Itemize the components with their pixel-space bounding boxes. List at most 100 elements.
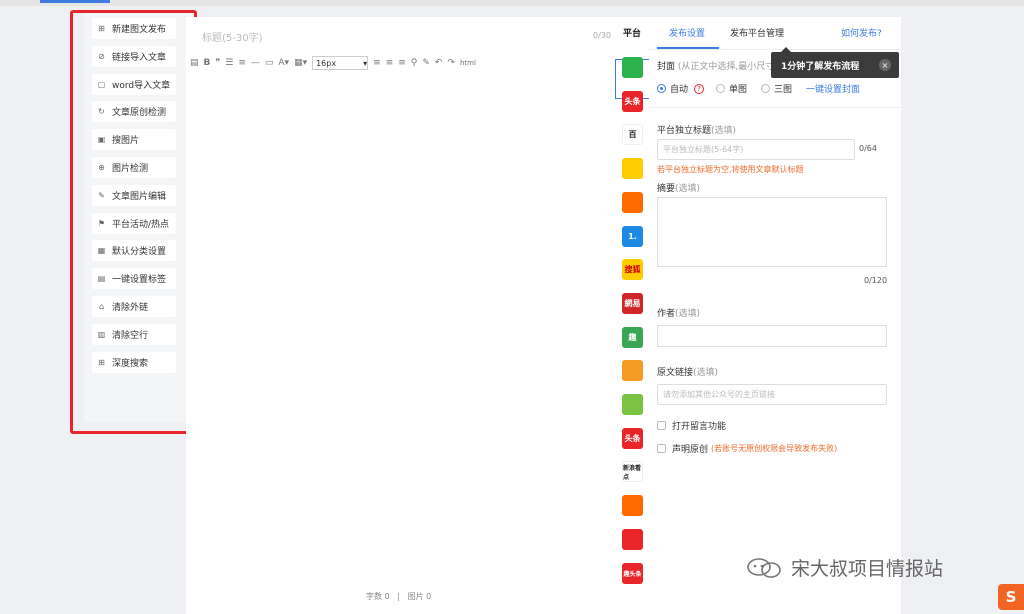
redo-icon[interactable]: ↷: [447, 58, 455, 68]
author-label: 作者(选填): [657, 309, 701, 319]
unordered-list-icon[interactable]: ≡: [238, 58, 246, 68]
original-checkbox[interactable]: [657, 444, 666, 453]
editor-stats: 字数 0 | 图片 0: [366, 591, 431, 602]
tool-button[interactable]: ⚑ 平台活动/热点: [92, 212, 176, 234]
tool-button[interactable]: ⊕ 图片检测: [92, 157, 176, 178]
section-divider: [649, 107, 901, 108]
tool-button-label: 清除空行: [112, 330, 149, 341]
platform-toutiao2-icon[interactable]: 头条: [622, 427, 643, 449]
insert-image-icon[interactable]: ▭: [265, 58, 274, 68]
tabs-divider: [649, 49, 901, 50]
tab-platform-manage[interactable]: 发布平台管理: [730, 26, 784, 39]
platform-yidian-icon[interactable]: 1.: [622, 225, 643, 247]
tool-button[interactable]: ▣ 搜图片: [92, 129, 176, 151]
tooltip-text: 1分钟了解发布流程: [781, 61, 860, 72]
cover-label: 封面 (从正文中选择,最小尺寸4: [657, 62, 780, 72]
align-center-icon[interactable]: ≡: [386, 58, 394, 68]
title-input[interactable]: 标题(5-30字): [202, 29, 263, 44]
platform-wangyi-icon[interactable]: 網易: [622, 292, 643, 314]
tool-button-label: 图片检测: [112, 164, 149, 174]
comment-checkbox[interactable]: [657, 421, 666, 430]
cover-triple-radio[interactable]: [761, 84, 771, 93]
font-color-icon[interactable]: A▾: [278, 58, 289, 68]
bold-icon[interactable]: B: [204, 58, 211, 68]
platform-dayu-icon[interactable]: [622, 191, 643, 213]
cover-triple-label: 三图: [774, 85, 793, 95]
horizontal-rule-icon[interactable]: —: [251, 58, 260, 68]
quote-icon[interactable]: ❞: [215, 58, 220, 68]
platform-fenghuang-icon[interactable]: [622, 528, 643, 550]
close-icon[interactable]: ×: [879, 59, 891, 71]
platform-xinlang-icon[interactable]: 新浪看点: [622, 461, 643, 483]
platform-qutoutiao-icon[interactable]: 趣: [622, 326, 643, 348]
flag-icon: ⚑: [97, 218, 106, 228]
one-click-cover-link[interactable]: 一键设置封面: [806, 82, 860, 95]
tool-button-label: 默认分类设置: [112, 247, 167, 258]
platform-wechat-icon[interactable]: [622, 57, 643, 78]
align-right-icon[interactable]: ≡: [398, 58, 406, 68]
source-code-icon[interactable]: ▤: [190, 58, 199, 68]
platform-qutou2-icon[interactable]: 趣头条: [622, 562, 643, 584]
word-icon: ▢: [97, 79, 106, 89]
search-icon: ⊕: [98, 163, 105, 172]
platform-weibo-icon[interactable]: [622, 360, 643, 382]
image-icon: ▣: [97, 135, 106, 145]
watermark: 宋大叔项目情报站: [745, 554, 943, 581]
font-size-select[interactable]: 16px ▾: [312, 56, 369, 70]
summary-textarea[interactable]: [657, 197, 887, 267]
tool-button-label: 深度搜索: [112, 358, 149, 369]
tool-button[interactable]: ⊘ 链接导入文章: [92, 45, 176, 67]
title-counter: 0/30: [593, 31, 611, 40]
tool-button[interactable]: ⊞ 深度搜索: [92, 351, 176, 373]
tool-button-label: 文章图片编辑: [112, 191, 167, 202]
html-icon[interactable]: html: [460, 59, 476, 67]
background-color-icon[interactable]: ▦▾: [294, 58, 307, 68]
undo-icon[interactable]: ↶: [435, 58, 443, 68]
clear-format-icon[interactable]: ✎: [422, 58, 430, 68]
cover-options: 自动 ? 单图 三图 一键设置封面: [657, 82, 860, 95]
platform-title-warning: 若平台独立标题为空,将使用文章默认标题: [657, 165, 804, 174]
platform-sohu-icon[interactable]: 搜狐: [622, 259, 643, 281]
tool-button-label: 搜图片: [112, 136, 140, 147]
platform-xigua-icon[interactable]: [622, 394, 643, 415]
cover-auto-radio[interactable]: [657, 84, 666, 93]
author-input[interactable]: [657, 325, 887, 347]
platform-qq-icon[interactable]: [622, 158, 643, 180]
platform-meipai-icon[interactable]: [622, 495, 643, 517]
find-icon[interactable]: ⚲: [411, 58, 418, 68]
tool-button[interactable]: ▤ 一键设置标签: [92, 268, 176, 290]
summary-counter: 0/120: [864, 276, 888, 285]
settings-panel: 发布设置 发布平台管理 如何发布? 封面 (从正文中选择,最小尺寸4 自动 ? …: [649, 17, 901, 614]
help-icon[interactable]: ?: [694, 83, 705, 94]
tool-button[interactable]: ▥ 清除空行: [92, 323, 176, 345]
tool-button-label: 文章原创检测: [112, 108, 167, 119]
cover-single-radio[interactable]: [716, 84, 726, 93]
ordered-list-icon[interactable]: ☰: [225, 58, 233, 68]
tool-button[interactable]: ▦ 默认分类设置: [92, 240, 176, 262]
tool-button-label: 平台活动/热点: [112, 219, 170, 230]
tool-button[interactable]: ↻ 文章原创检测: [92, 101, 176, 123]
unlink-icon: ⌂: [98, 302, 105, 311]
tab-publish-settings[interactable]: 发布设置: [669, 26, 705, 39]
platform-baijia-icon[interactable]: 百: [622, 124, 643, 146]
tool-button[interactable]: ▢ word导入文章: [92, 73, 176, 95]
original-warning: (若账号无原创权限会导致发布失败): [711, 444, 838, 453]
tool-button[interactable]: ⌂ 清除外链: [92, 296, 176, 317]
align-left-icon[interactable]: ≡: [373, 58, 381, 68]
platform-toutiao-icon[interactable]: 头条: [622, 90, 643, 112]
tool-button[interactable]: ⊞ 新建图文发布: [92, 18, 176, 39]
wechat-logo-icon: [747, 557, 781, 578]
edit-icon: ✎: [98, 190, 105, 200]
publish-guide-tooltip[interactable]: 1分钟了解发布流程 ×: [771, 47, 899, 78]
tool-button-label: 新建图文发布: [112, 25, 167, 35]
platform-title-label: 平台独立标题(选填): [657, 126, 737, 136]
watermark-text: 宋大叔项目情报站: [791, 558, 944, 580]
image-count: 图片 0: [407, 592, 432, 601]
editor-toolbar: ▤ B ❞ ☰ ≡ — ▭ A▾ ▦▾ 16px ▾ ≡ ≡ ≡ ⚲ ✎ ↶ ↷ …: [190, 55, 611, 71]
tool-button[interactable]: ✎ 文章图片编辑: [92, 184, 176, 206]
chevron-down-icon: ▾: [363, 58, 368, 68]
grid-icon: ▦: [97, 246, 106, 256]
how-to-publish-link[interactable]: 如何发布?: [841, 26, 882, 39]
source-link-input[interactable]: 请勿添加其他公众号的主页链接: [657, 384, 887, 405]
platform-title-input[interactable]: 平台独立标题(5-64字): [657, 139, 855, 160]
